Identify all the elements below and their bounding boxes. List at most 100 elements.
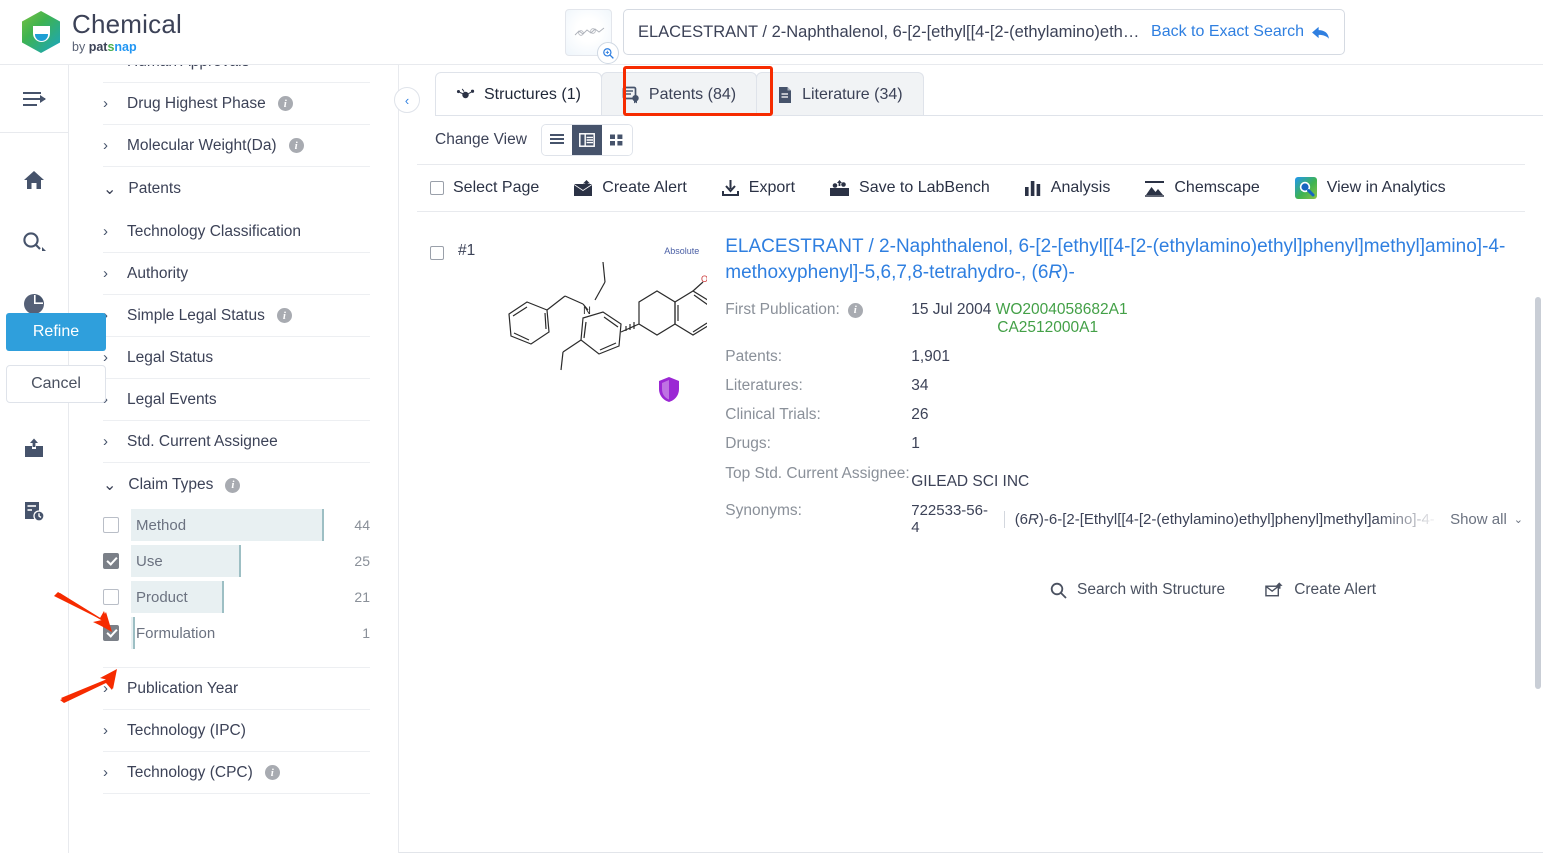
option-count: 25 [354,553,370,569]
chevron-right-icon: › [103,680,108,697]
field-clinical-trials: Clinical Trials: 26 [725,406,1523,424]
field-first-publication: First Publication: i 15 Jul 2004 WO20040… [725,301,1523,337]
claim-type-option-formulation[interactable]: Formulation 1 [103,615,370,651]
tab-structures[interactable]: Structures (1) [435,72,602,116]
analysis-button[interactable]: Analysis [1024,179,1110,197]
filter-row-publication-year[interactable]: › Publication Year [103,668,370,710]
filter-row-authority[interactable]: › Authority [103,253,370,295]
claim-type-option-method[interactable]: Method 44 [103,507,370,543]
field-value: 15 Jul 2004 WO2004058682A1 [911,301,1127,319]
cancel-button[interactable]: Cancel [6,365,106,403]
rail-item-history[interactable] [0,480,68,542]
main-panel: Structures (1) Patents (84) Literature (… [399,65,1543,853]
create-alert-button[interactable]: Create Alert [573,179,687,197]
publication-number-ca[interactable]: CA2512000A1 [997,319,1127,337]
chevron-right-icon: › [103,433,108,450]
toolbar-label: Create Alert [602,179,687,196]
filter-row-technology-classification[interactable]: › Technology Classification [103,211,370,253]
labbench-icon [830,179,850,196]
filter-row-drug-highest-phase[interactable]: › Drug Highest Phase i [103,83,370,125]
rail-item-upload[interactable] [0,418,68,480]
tab-literature[interactable]: Literature (34) [756,72,924,116]
structure-thumbnail[interactable] [565,9,619,64]
filter-label: Technology (CPC) [127,763,253,781]
main-scrollbar[interactable] [1535,297,1541,689]
result-checkbox[interactable] [430,246,444,260]
tab-patents[interactable]: Patents (84) [600,72,758,116]
result-title-link[interactable]: ELACESTRANT / 2-Naphthalenol, 6-[2-[ethy… [725,234,1523,286]
view-button-list[interactable] [541,125,572,155]
list-icon [549,134,564,144]
filter-section-label: Claim Types [128,476,214,493]
view-button-card[interactable] [601,125,632,155]
synonym-name: (6R)-6-[2-[Ethyl[[4-[2-(ethylamino)ethyl… [1015,511,1434,528]
shield-icon[interactable] [657,376,681,408]
search-input[interactable]: ELACESTRANT / 2-Naphthalenol, 6-[2-[ethy… [623,9,1345,55]
claim-type-option-product[interactable]: Product 21 [103,579,370,615]
filter-section-label: Patents [128,180,181,197]
chevron-right-icon: › [103,95,108,112]
view-button-detail[interactable] [571,125,602,155]
rail-item-expand-menu[interactable] [0,65,68,133]
back-to-exact-search-button[interactable]: Back to Exact Search [1151,23,1330,41]
refine-button[interactable]: Refine [6,313,106,351]
publication-number-wo[interactable]: WO2004058682A1 [996,301,1128,318]
collapse-sidebar-button[interactable]: ‹ [394,87,420,113]
rail-item-home[interactable] [0,149,68,211]
filter-row-simple-legal-status[interactable]: › Simple Legal Status i [103,295,370,337]
bar-chart-icon [1024,180,1040,196]
claim-type-option-use[interactable]: Use 25 [103,543,370,579]
checkbox-icon[interactable] [430,181,444,195]
rail-item-search[interactable] [0,211,68,273]
filter-row-technology-cpc[interactable]: › Technology (CPC) i [103,752,370,794]
field-value-group: 15 Jul 2004 WO2004058682A1 CA2512000A1 [911,301,1127,337]
brand-logo-group[interactable]: Chemical by patsnap [22,11,182,54]
show-all-synonyms-button[interactable]: Show all ⌄ [1450,511,1523,528]
search-query-text: ELACESTRANT / 2-Naphthalenol, 6-[2-[ethy… [638,22,1142,41]
filter-row-legal-events[interactable]: › Legal Events [103,379,370,421]
option-count: 21 [354,589,370,605]
filter-row-std-current-assignee[interactable]: › Std. Current Assignee [103,421,370,463]
info-icon[interactable]: i [225,477,241,493]
info-icon[interactable]: i [276,308,292,323]
option-label: Formulation [136,624,216,642]
filter-list: › Human Approvals › Drug Highest Phase i… [69,65,398,794]
field-label: Literatures: [725,377,803,395]
filter-row-technology-ipc[interactable]: › Technology (IPC) [103,710,370,752]
filter-section-claim-types[interactable]: ⌄ Claim Types i [103,463,370,507]
info-icon[interactable]: i [847,302,863,318]
info-icon[interactable]: i [277,96,293,111]
brand-subtitle: by patsnap [72,41,182,54]
brand-nap: nap [114,39,137,54]
info-icon[interactable]: i [288,138,304,153]
app-root: Chemical by patsnap ELACESTRANT / 2-Naph… [0,0,1543,853]
view-in-analytics-button[interactable]: View in Analytics [1294,176,1446,200]
result-structure-image[interactable]: Absolute N O [487,234,715,494]
chemscape-button[interactable]: Chemscape [1144,179,1260,197]
export-button[interactable]: Export [721,179,795,197]
filter-row-legal-status[interactable]: › Legal Status [103,337,370,379]
create-alert-link[interactable]: Create Alert [1265,581,1376,599]
checkbox-use[interactable] [103,553,119,569]
info-icon[interactable]: i [264,765,280,780]
tab-bar: Structures (1) Patents (84) Literature (… [435,65,1543,116]
search-with-structure-button[interactable]: Search with Structure [1050,581,1225,599]
toolbar-label: View in Analytics [1326,179,1446,196]
filter-row-human-approvals[interactable]: › Human Approvals [103,65,370,83]
show-all-label: Show all [1450,510,1507,528]
filter-section-patents[interactable]: ⌄ Patents [103,167,370,211]
filter-row-molecular-weight[interactable]: › Molecular Weight(Da) i [103,125,370,167]
chevron-right-icon: › [103,349,108,366]
filter-label: Technology (IPC) [127,721,246,739]
synonym-divider [1003,510,1005,528]
checkbox-product[interactable] [103,589,119,605]
change-view-buttons [540,124,633,156]
checkbox-method[interactable] [103,517,119,533]
checkbox-formulation[interactable] [103,625,119,641]
cas-number[interactable]: 722533-56-4 [911,502,993,536]
back-arrow-icon [1312,26,1329,39]
result-action-links: Search with Structure Create Alert [399,547,1543,599]
select-page-button[interactable]: Select Page [430,179,539,197]
magnifier-icon[interactable] [597,42,619,64]
save-to-labbench-button[interactable]: Save to LabBench [829,179,990,197]
